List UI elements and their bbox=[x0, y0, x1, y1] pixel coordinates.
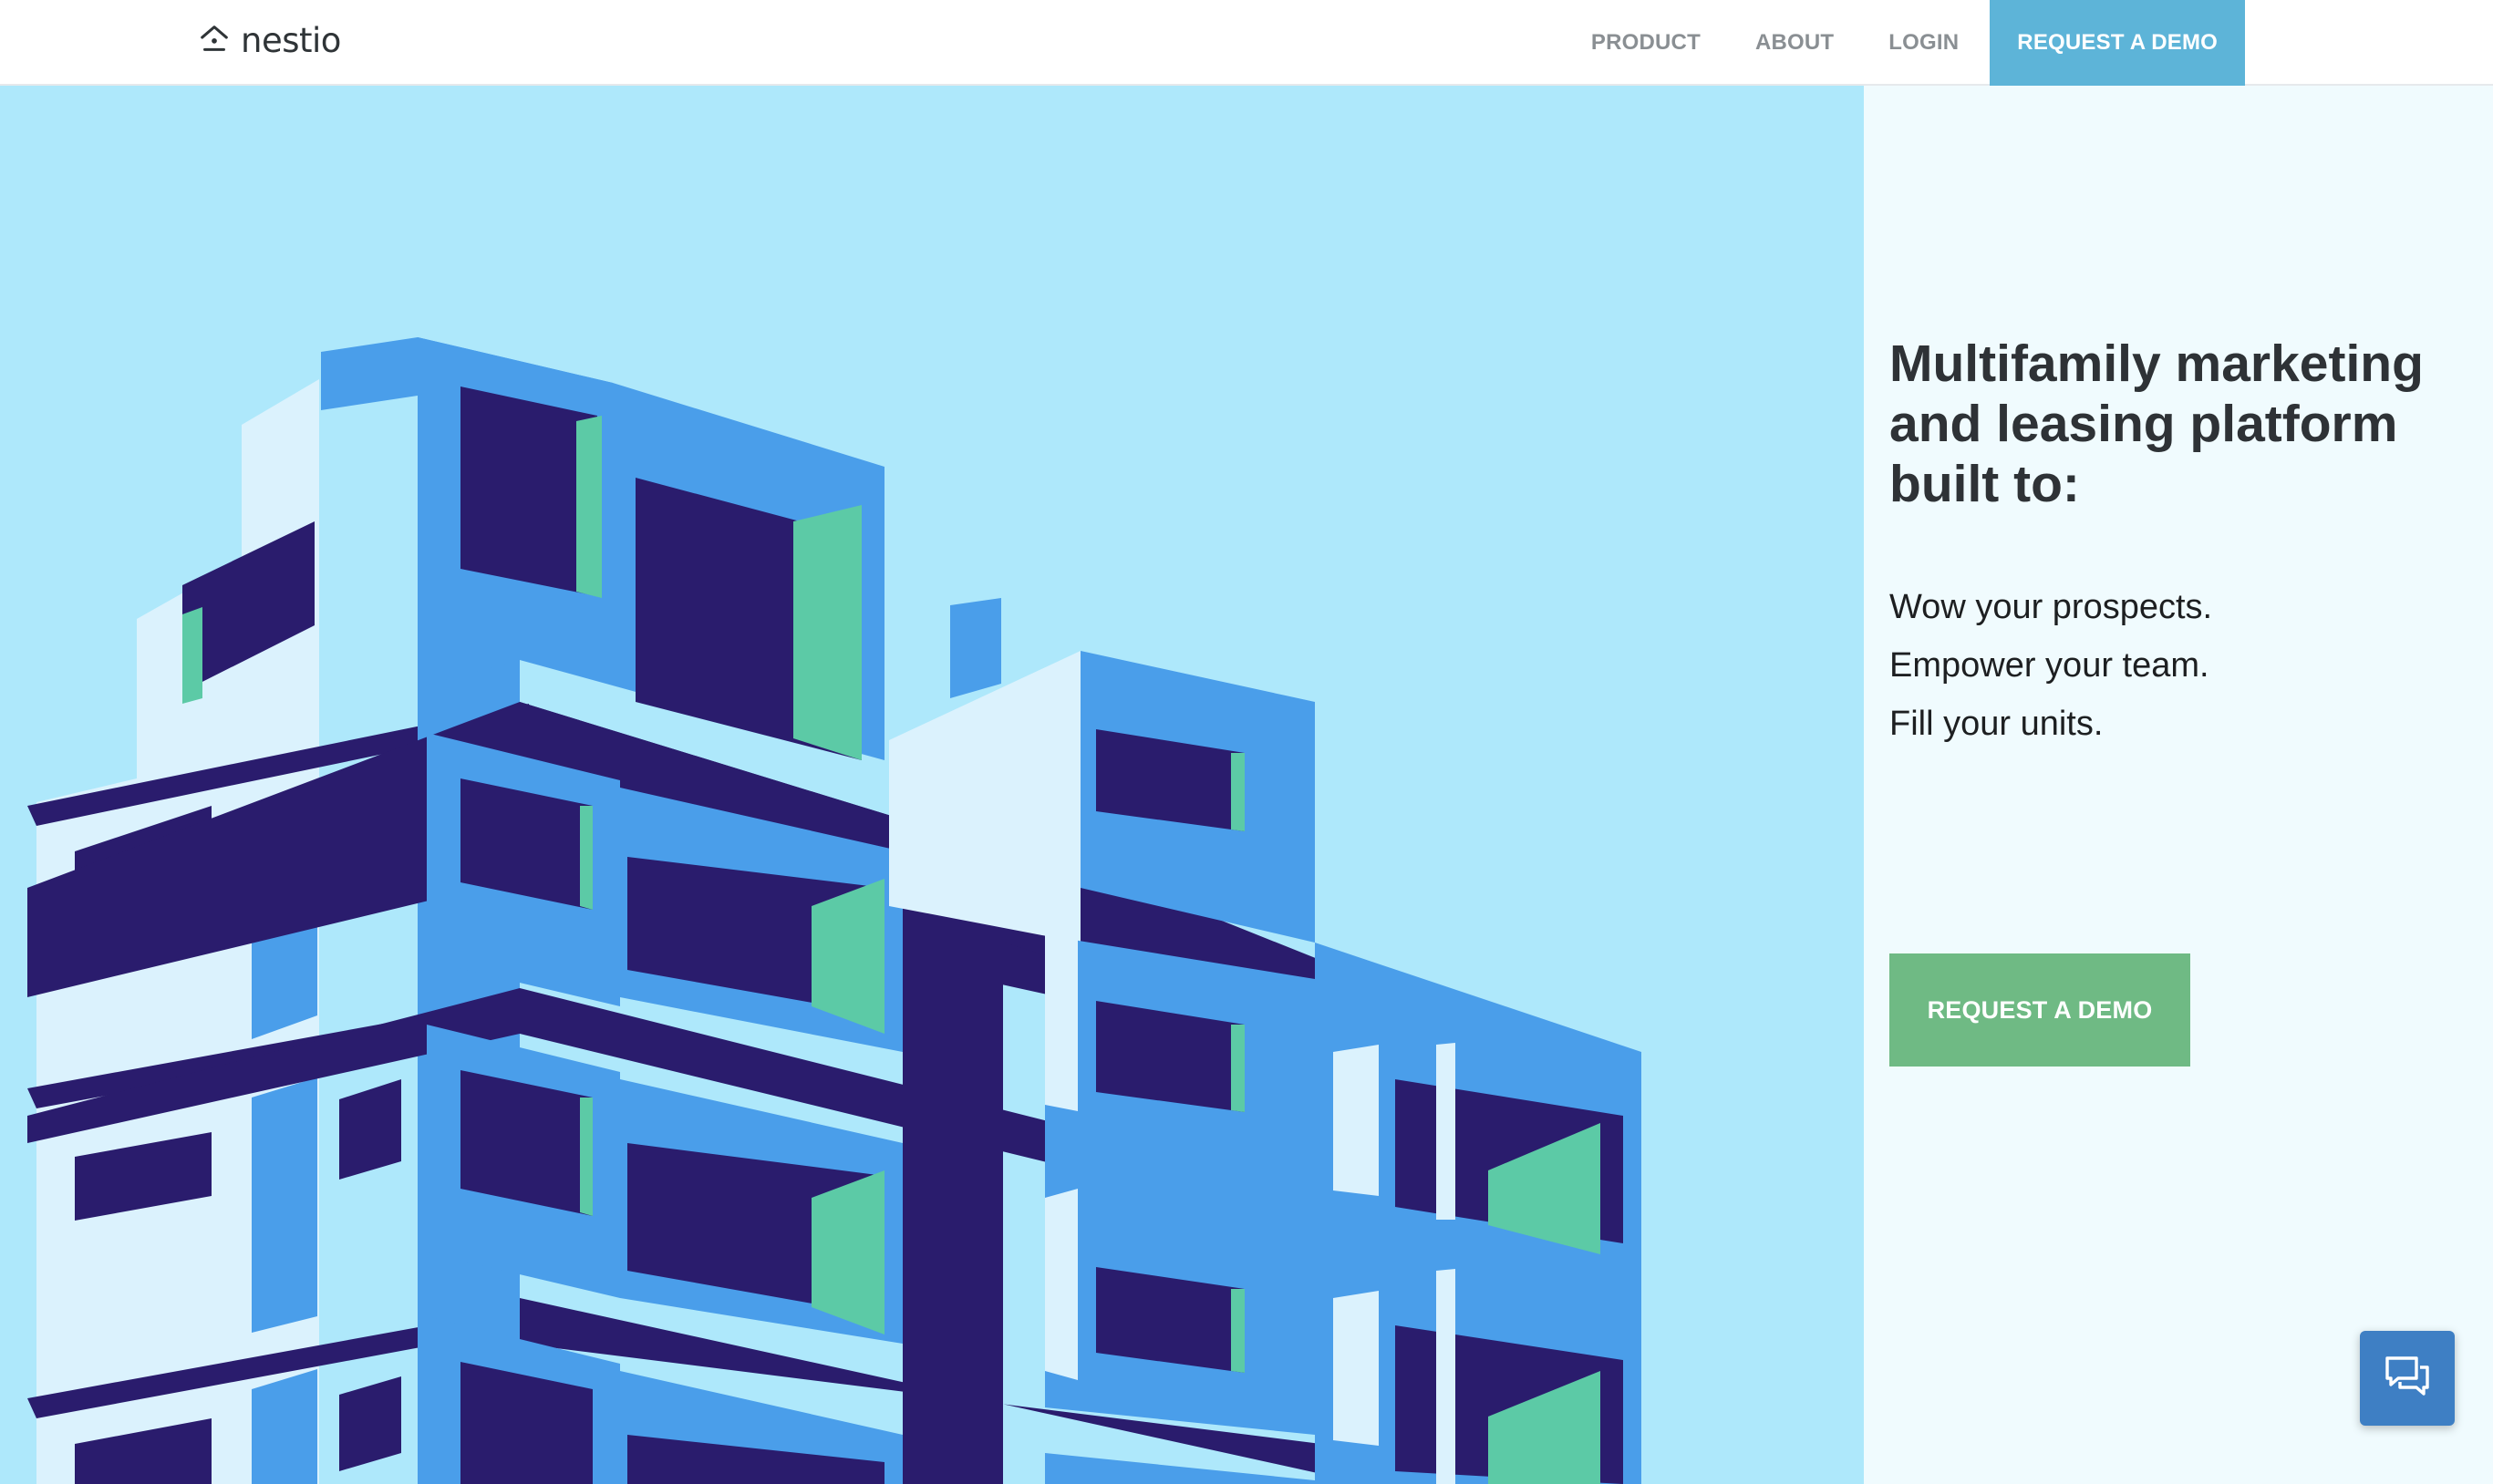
nav-link-login[interactable]: LOGIN bbox=[1861, 0, 1986, 86]
hero-text-panel: Multifamily marketing and leasing platfo… bbox=[1864, 86, 2493, 1484]
logo-link[interactable]: nestio bbox=[197, 13, 341, 67]
apartment-building-illustration bbox=[27, 337, 1641, 1484]
brand-name: nestio bbox=[241, 20, 341, 60]
tagline-item: Wow your prospects. bbox=[1889, 588, 2213, 626]
top-navigation-bar: nestio PRODUCT ABOUT LOGIN REQUEST A DEM… bbox=[0, 0, 2493, 86]
tagline-list: Wow your prospects. Empower your team. F… bbox=[1889, 578, 2212, 753]
hero-headline: Multifamily marketing and leasing platfo… bbox=[1889, 335, 2424, 513]
hero-illustration bbox=[0, 86, 1864, 1484]
chat-bubbles-icon bbox=[2382, 1351, 2433, 1407]
nav-request-demo-button[interactable]: REQUEST A DEMO bbox=[1990, 0, 2245, 86]
chat-launcher-button[interactable] bbox=[2360, 1331, 2455, 1426]
nav-link-about[interactable]: ABOUT bbox=[1728, 0, 1861, 86]
main-nav: PRODUCT ABOUT LOGIN REQUEST A DEMO bbox=[1564, 0, 2493, 86]
hero-request-demo-button[interactable]: REQUEST A DEMO bbox=[1889, 953, 2190, 1067]
nav-link-product[interactable]: PRODUCT bbox=[1564, 0, 1728, 86]
tagline-item: Fill your units. bbox=[1889, 705, 2104, 743]
tagline-item: Empower your team. bbox=[1889, 646, 2209, 685]
house-icon bbox=[197, 21, 232, 60]
